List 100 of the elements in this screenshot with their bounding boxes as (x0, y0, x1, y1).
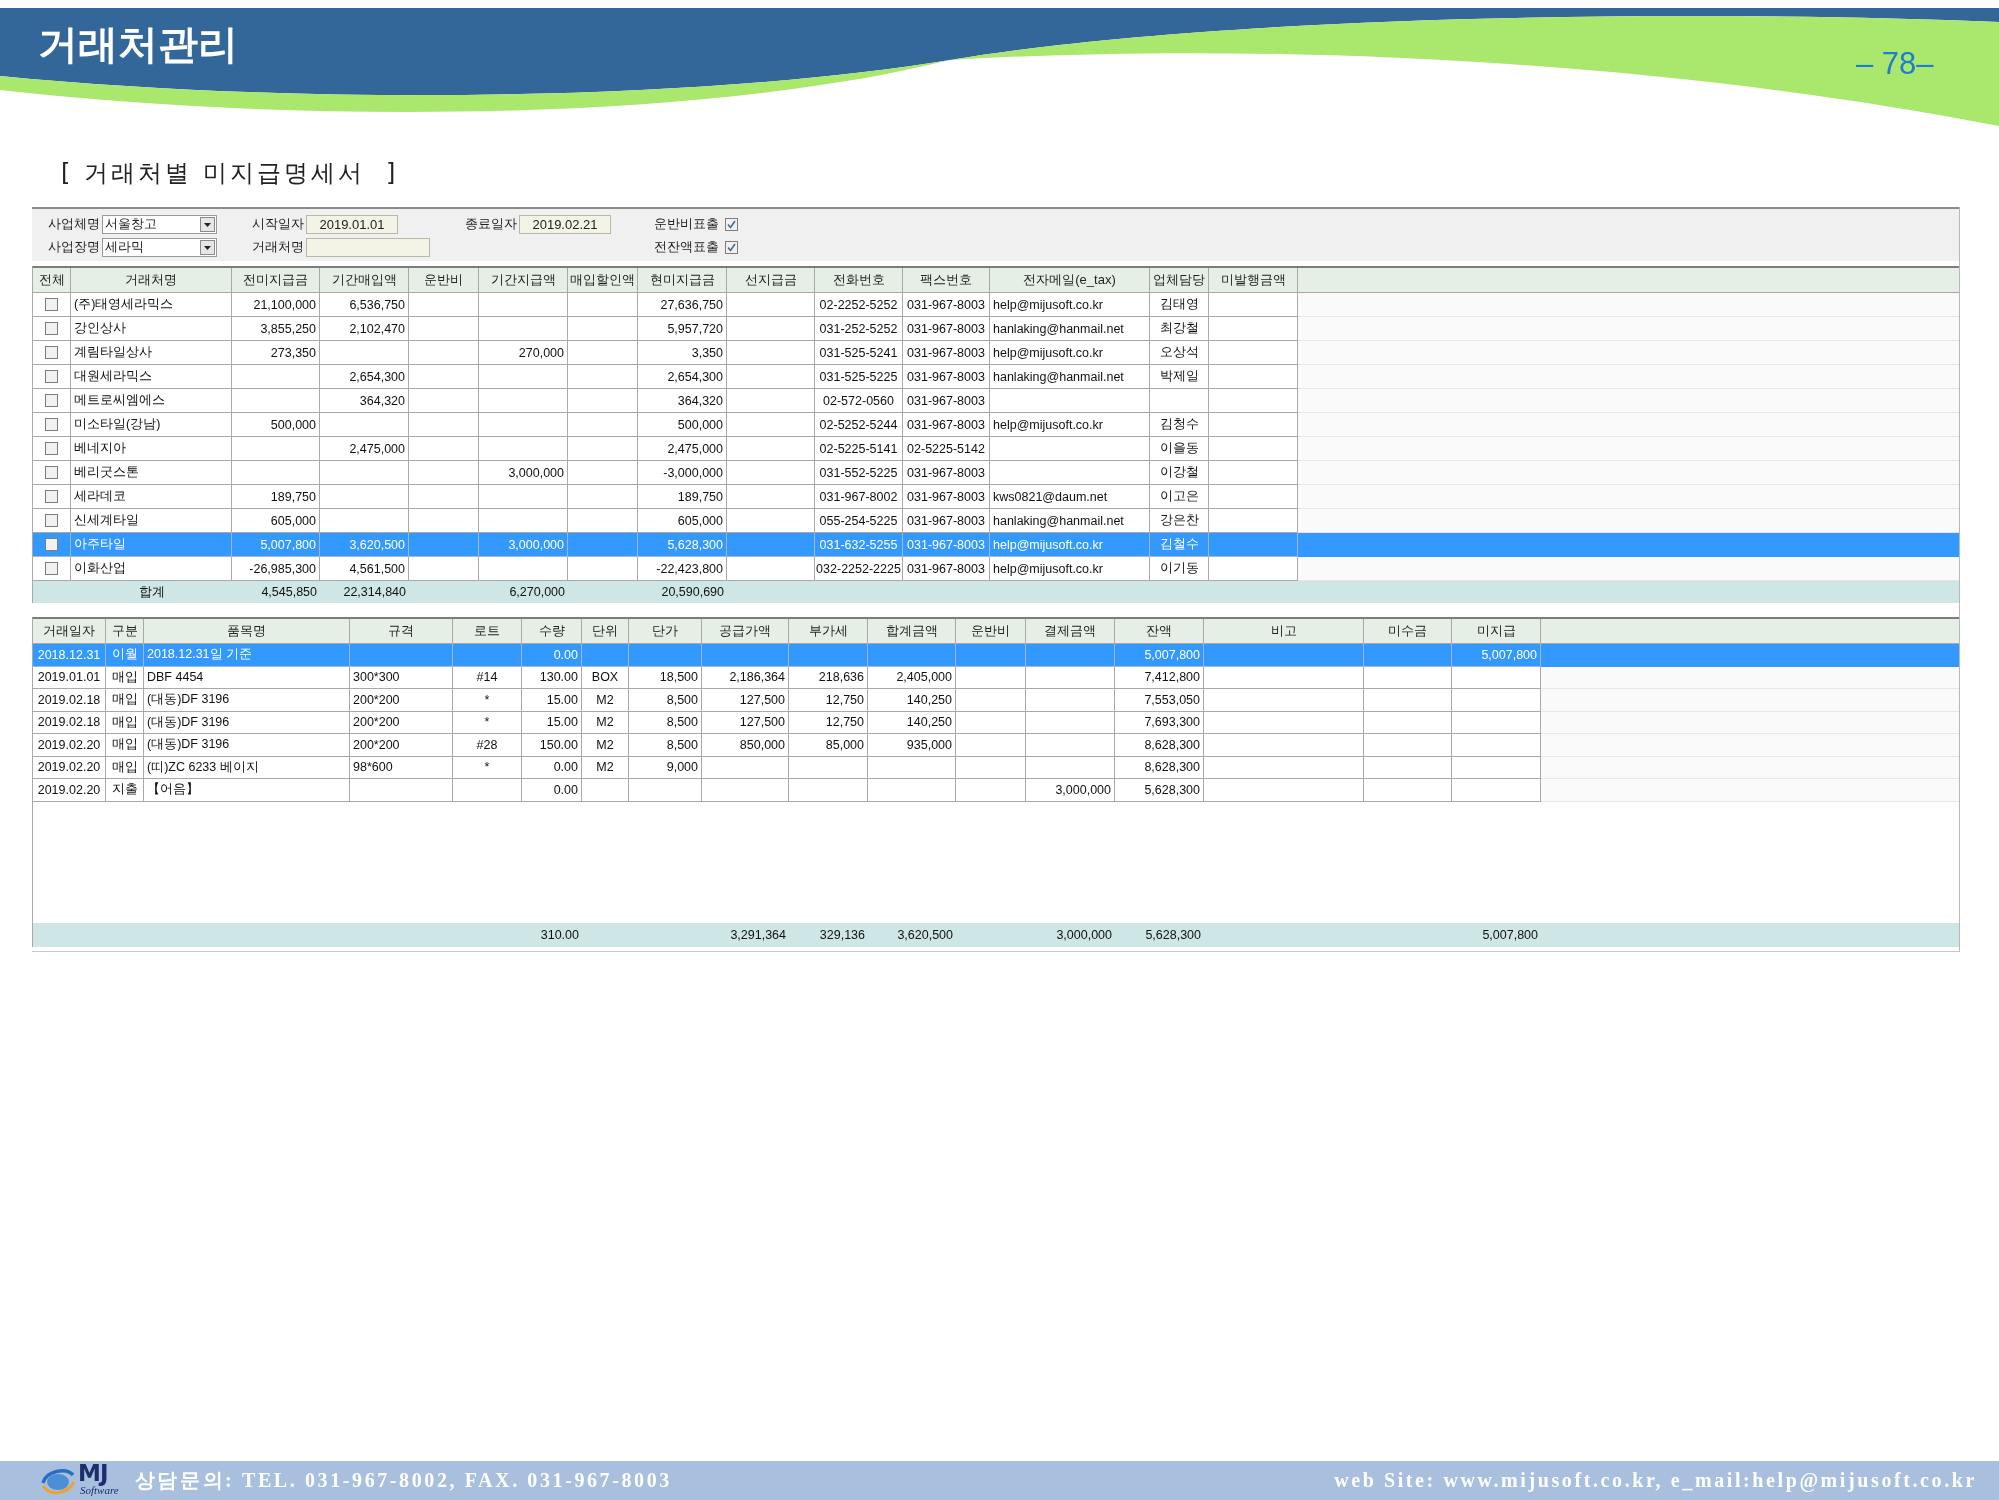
column-header: 전자메일(e_tax) (990, 268, 1150, 293)
column-header: 선지급금 (727, 268, 815, 293)
column-header: 전화번호 (815, 268, 903, 293)
combo-box[interactable]: 세라믹 (102, 237, 217, 257)
table-row[interactable]: 베리굿스톤 3,000,000 -3,000,000 031-552-5225 031-967-8003 이강철 (33, 461, 1959, 485)
table-cell: 850,000 (702, 734, 789, 757)
column-header: 운반비 (956, 619, 1026, 644)
table-cell: (대동)DF 3196 (144, 689, 350, 712)
row-checkbox[interactable] (45, 418, 58, 431)
column-header: 수량 (522, 619, 582, 644)
row-checkbox[interactable] (45, 370, 58, 383)
column-header: 구분 (106, 619, 144, 644)
table-row[interactable]: 계림타일상사 273,350 270,000 3,350 031-525-5241 031-967-8003 help@mijusoft.co.kr 오상석 (33, 341, 1959, 365)
column-header: 미수금 (1364, 619, 1452, 644)
row-checkbox[interactable] (45, 538, 58, 551)
table-cell: 이월 (106, 644, 144, 667)
field-label: 거래처명 (252, 238, 305, 256)
column-header: 합계금액 (868, 619, 956, 644)
table-cell-text: 6,270,000 (508, 584, 566, 601)
table-cell: 0.00 (522, 644, 582, 667)
table-row[interactable]: 강인상사 3,855,250 2,102,470 5,957,720 031-252-5252 031-967-8003 hanlaking@hanmail.net 최강철 (33, 317, 1959, 341)
column-header: 잔액 (1115, 619, 1204, 644)
field-label: 전잔액표출 (654, 238, 719, 256)
field-label: 운반비표출 (654, 215, 719, 233)
field-label: 종료일자 (465, 215, 518, 233)
contact-info: 상담문의: TEL. 031-967-8002, FAX. 031-967-8003 (134, 1468, 672, 1493)
table-row[interactable]: 2019.02.20 매입 (띠)ZC 6233 베이지 98*600 * 0.00 M2 9,000 8,628,300 (33, 756, 1959, 779)
column-header: 전미지급금 (232, 268, 320, 293)
column-header: 부가세 (789, 619, 868, 644)
row-checkbox[interactable] (45, 514, 58, 527)
table-row[interactable]: 베네지아 2,475,000 2,475,000 02-5225-5141 02-5225-5142 이을동 (33, 437, 1959, 461)
column-header: 미발행금액 (1209, 268, 1298, 293)
table-cell: 2019.02.18 (33, 689, 106, 712)
table-cell-text: 329,136 (818, 926, 866, 944)
table-cell: 2019.02.20 (33, 779, 106, 802)
table-cell-text: 합계 (137, 583, 166, 601)
table-cell-text: 5,007,800 (1481, 926, 1539, 944)
table-row[interactable]: (주)태영세라믹스 21,100,000 6,536,750 27,636,750 02-2252-5252 031-967-8003 help@mijusoft.co.kr 김태영 (33, 293, 1959, 317)
table-cell: 매입 (106, 734, 144, 757)
table-cell: 5,007,800 (1115, 644, 1204, 667)
table-cell: 5,628,300 (1115, 779, 1204, 802)
field-label: 사업체명 (48, 215, 101, 233)
table-row[interactable]: 메트로씨엠에스 364,320 364,320 02-572-0560 031-967-8003 (33, 389, 1959, 413)
logo-text: MJ (78, 1463, 108, 1484)
input-field[interactable] (306, 237, 430, 257)
table-cell-text: 3,291,364 (729, 926, 787, 944)
row-checkbox[interactable] (45, 490, 58, 503)
row-checkbox[interactable] (45, 346, 58, 359)
combo-box[interactable]: 서울창고 (102, 214, 217, 234)
table-cell: 7,553,050 (1115, 689, 1204, 712)
row-checkbox[interactable] (45, 394, 58, 407)
table-row[interactable]: 신세계타일 605,000 605,000 055-254-5225 031-967-8003 hanlaking@hanmail.net 강은찬 (33, 509, 1959, 533)
table-cell-text: 3,620,500 (896, 926, 954, 944)
table-row[interactable]: 대원세라믹스 2,654,300 2,654,300 031-525-5225 031-967-8003 hanlaking@hanmail.net 박제일 (33, 365, 1959, 389)
table-cell-text: 310.00 (539, 926, 580, 944)
checkbox[interactable] (725, 217, 738, 231)
table-row[interactable]: 2019.02.20 매입 (대동)DF 3196 200*200 #28 150.00 M2 8,500 850,000 85,000 935,000 8,628,300 (33, 734, 1959, 757)
table-row[interactable]: 2019.02.18 매입 (대동)DF 3196 200*200 * 15.00 M2 8,500 127,500 12,750 140,250 7,693,300 (33, 711, 1959, 734)
table-cell: 8,500 (629, 689, 702, 712)
table-cell: 8,628,300 (1115, 734, 1204, 757)
table-cell: 200*200 (350, 689, 453, 712)
row-checkbox[interactable] (45, 322, 58, 335)
date-field[interactable]: 2019.02.21 (519, 214, 611, 234)
column-header: 미지급 (1452, 619, 1541, 644)
table-row[interactable]: 세라데코 189,750 189,750 031-967-8002 031-967-8003 kws0821@daum.net 이고은 (33, 485, 1959, 509)
table-cell-text: 4,545,850 (260, 584, 318, 601)
table-cell: 0.00 (522, 779, 582, 802)
table-cell: (대동)DF 3196 (144, 734, 350, 757)
column-header: 품목명 (144, 619, 350, 644)
table-cell: 150.00 (522, 734, 582, 757)
table-cell: 15.00 (522, 689, 582, 712)
column-header: 매입할인액 (568, 268, 638, 293)
column-header: 단가 (629, 619, 702, 644)
column-header: 업체담당 (1150, 268, 1209, 293)
row-checkbox[interactable] (45, 298, 58, 311)
column-header: 전체 (33, 268, 71, 293)
checkbox[interactable] (725, 240, 738, 254)
row-checkbox[interactable] (45, 442, 58, 455)
column-header: 공급가액 (702, 619, 789, 644)
table-row[interactable]: 2019.01.01 매입 DBF 4454 300*300 #14 130.00 BOX 18,500 2,186,364 218,636 2,405,000 7,412,800 (33, 666, 1959, 689)
table-row[interactable]: 이화산업 -26,985,300 4,561,500 -22,423,800 032-2252-2225 031-967-8003 help@mijusoft.co.kr 이기동 (33, 557, 1959, 581)
table-cell-text: 20,590,690 (660, 584, 725, 601)
table-cell: 2018.12.31일 기준 (144, 644, 350, 667)
table-row[interactable]: 2019.02.18 매입 (대동)DF 3196 200*200 * 15.00 M2 8,500 127,500 12,750 140,250 7,553,050 (33, 689, 1959, 712)
table-cell: 2018.12.31 (33, 644, 106, 667)
table-row[interactable]: 미소타일(강남) 500,000 500,000 02-5252-5244 031-967-8003 help@mijusoft.co.kr 김청수 (33, 413, 1959, 437)
row-checkbox[interactable] (45, 562, 58, 575)
row-checkbox[interactable] (45, 466, 58, 479)
column-header: 팩스번호 (903, 268, 990, 293)
table-cell: 12,750 (789, 689, 868, 712)
table-cell: 지출 (106, 779, 144, 802)
table-cell: 2019.02.20 (33, 734, 106, 757)
column-header: 거래일자 (33, 619, 106, 644)
table-row[interactable]: 2019.02.20 지출 【어음】 0.00 3,000,000 5,628,300 (33, 779, 1959, 802)
column-header: 거래처명 (71, 268, 232, 293)
date-field[interactable]: 2019.01.01 (306, 214, 398, 234)
column-header: 현미지급금 (638, 268, 727, 293)
table-cell-text: 3,000,000 (1055, 926, 1113, 944)
column-header: 운반비 (409, 268, 479, 293)
column-header: 로트 (453, 619, 522, 644)
